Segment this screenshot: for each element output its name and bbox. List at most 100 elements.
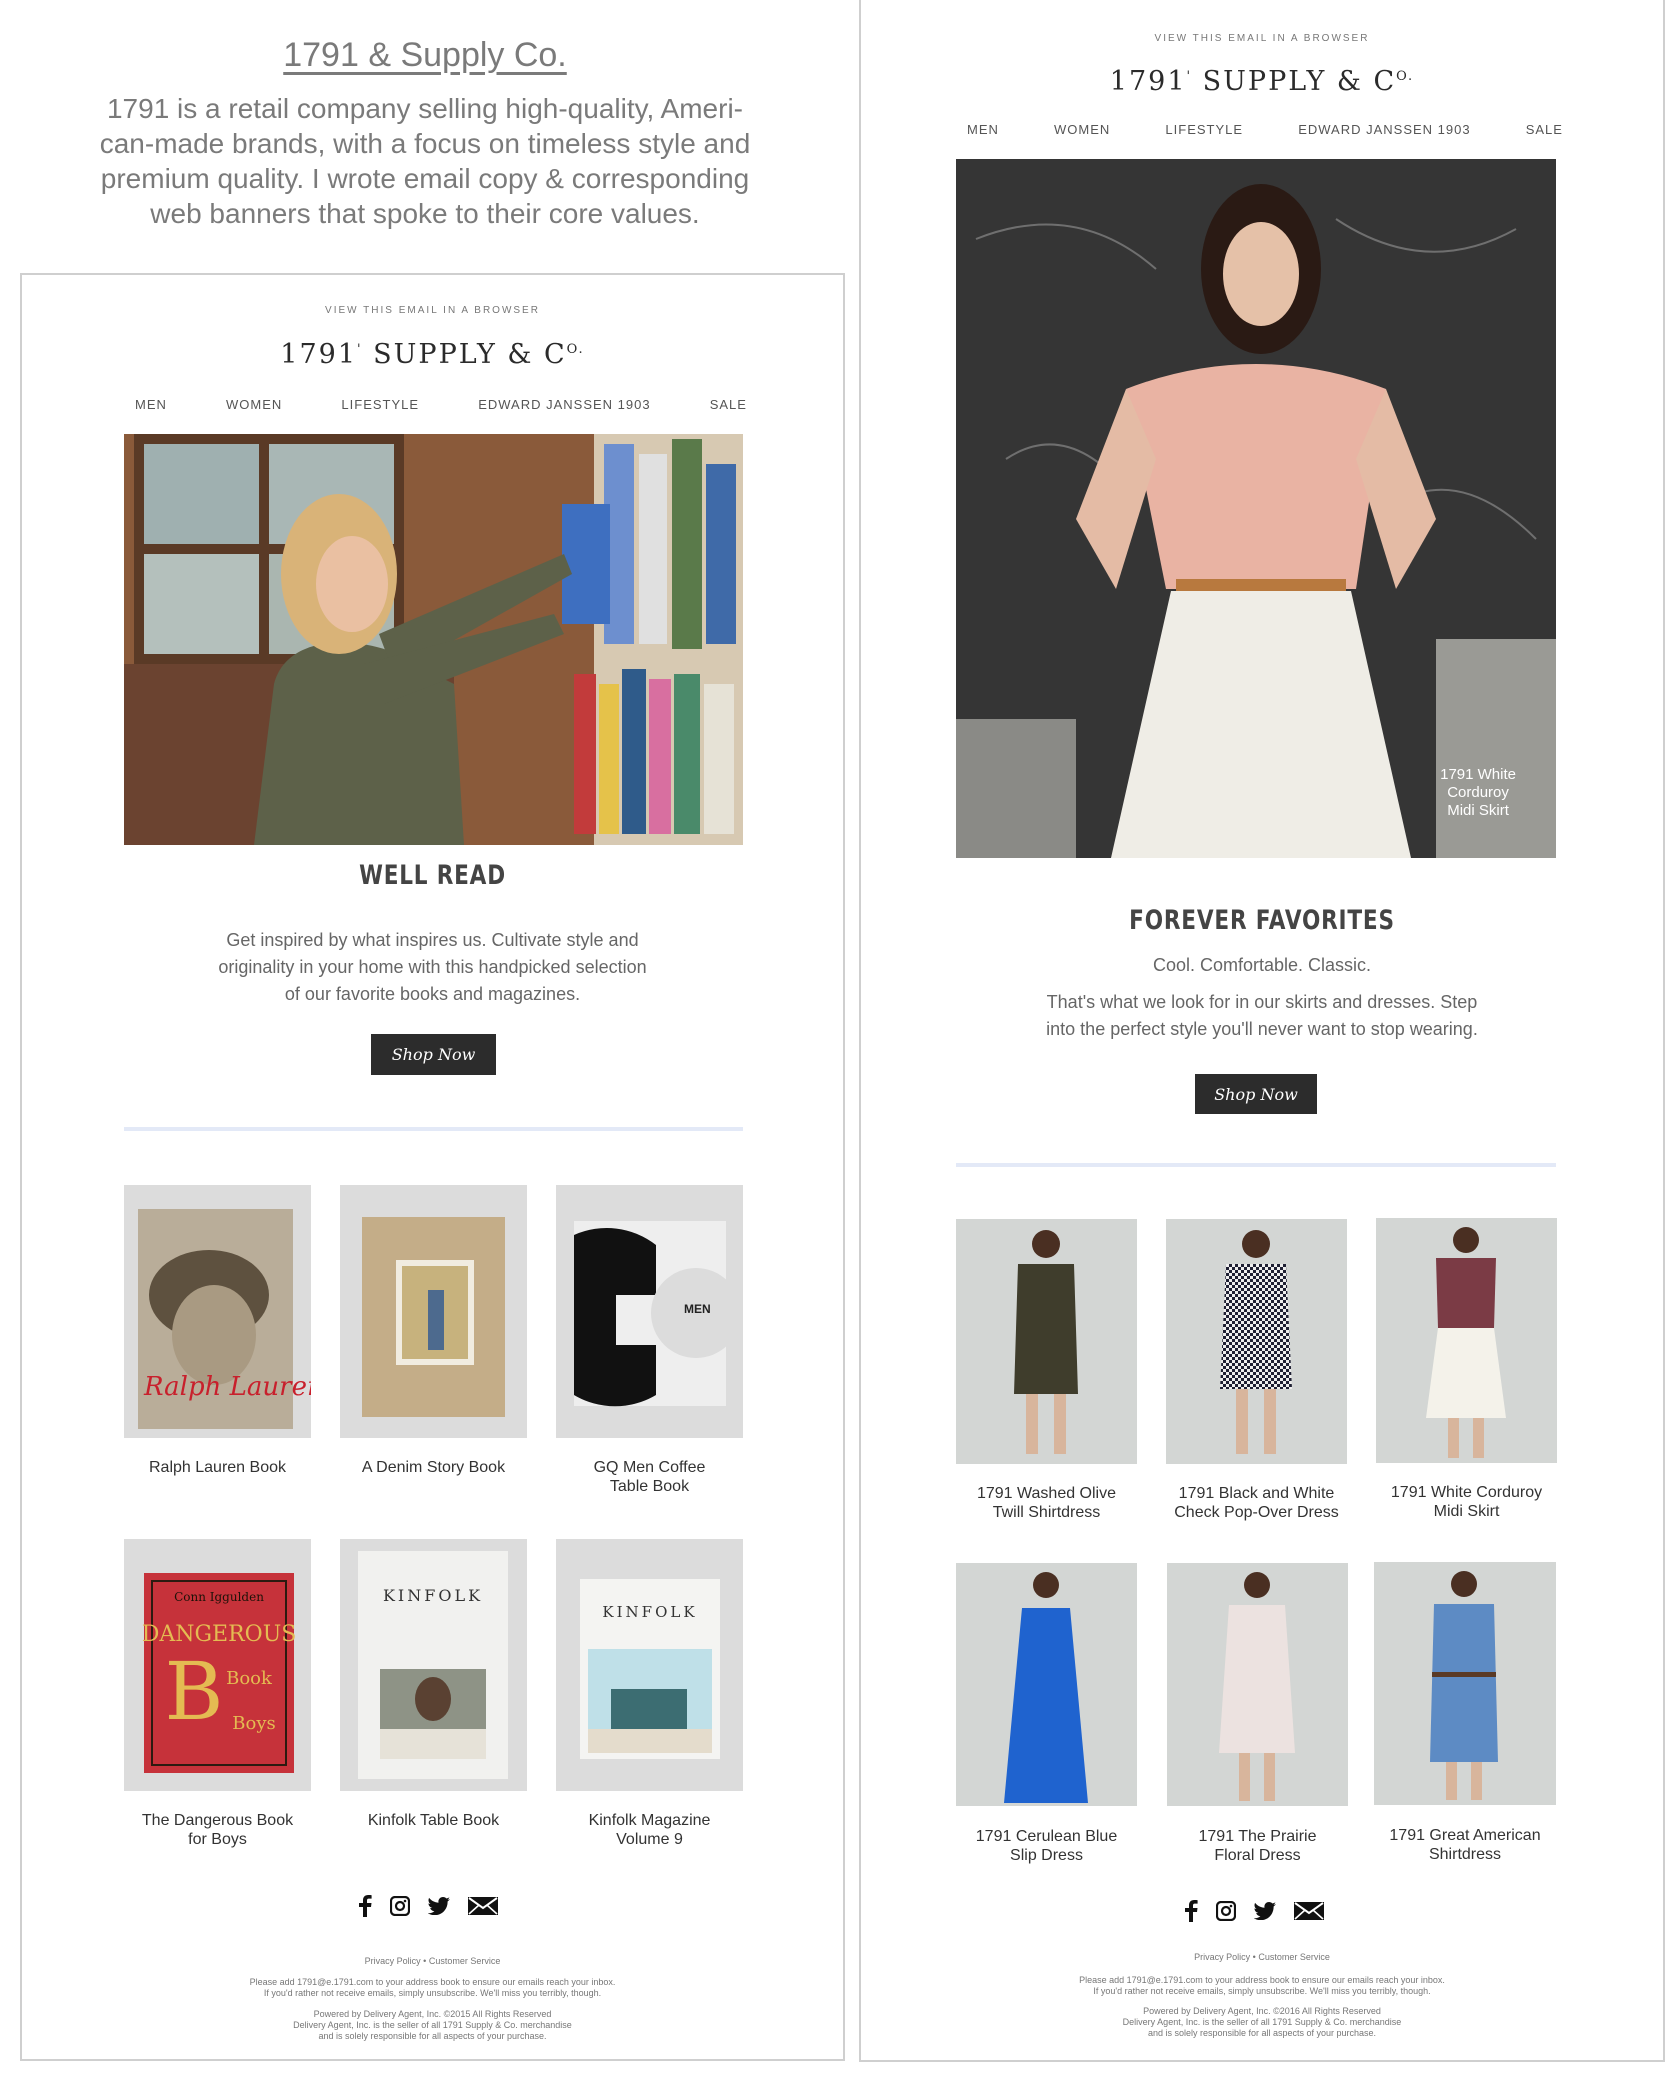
nav-edward-janssen[interactable]: EDWARD JANSSEN 1903 <box>1298 122 1470 137</box>
view-in-browser-link[interactable]: VIEW THIS EMAIL IN A BROWSER <box>861 33 1663 44</box>
product-prairie-floral-dress[interactable]: 1791 The Prairie Floral Dress <box>1167 1563 1348 1864</box>
model-white-skirt <box>1426 1227 1506 1458</box>
nav-sale[interactable]: SALE <box>1526 122 1563 137</box>
hero-illustration <box>124 434 743 845</box>
product-name-line: 1791 Washed Olive <box>976 1485 1117 1502</box>
nav-women[interactable]: WOMEN <box>226 397 282 412</box>
footer-address-note: Please add 1791@e.1791.com to your addre… <box>861 1975 1663 1997</box>
product-name: 1791 White Corduroy Midi Skirt <box>1356 1483 1577 1521</box>
product-image: KINFOLK <box>340 1539 527 1791</box>
brand-logo[interactable]: 1791' SUPPLY & CO. <box>861 66 1663 97</box>
product-name-line: Slip Dress <box>1010 1847 1083 1864</box>
svg-text:Book: Book <box>226 1668 273 1689</box>
product-name: 1791 Black and White Check Pop-Over Dres… <box>1146 1484 1367 1522</box>
product-name: Kinfolk Table Book <box>320 1811 547 1830</box>
brand-logo[interactable]: 1791' SUPPLY & CO. <box>22 339 843 370</box>
product-name-line: The Dangerous Book <box>141 1812 294 1829</box>
social-icons <box>358 1895 498 1917</box>
shop-now-button[interactable]: Shop Now <box>1195 1074 1317 1114</box>
section-divider <box>956 1163 1556 1167</box>
svg-text:DANGEROUS: DANGEROUS <box>142 1622 297 1647</box>
model-check-dress <box>1220 1230 1292 1454</box>
product-great-american-shirtdress[interactable]: 1791 Great American Shirtdress <box>1374 1562 1556 1863</box>
book-cover-dangerous-book: Conn Iggulden DANGEROUS B Book Boys <box>142 1573 297 1773</box>
product-name-line: Table Book <box>609 1478 690 1495</box>
nav-men[interactable]: MEN <box>967 122 999 137</box>
product-name-line: 1791 White Corduroy <box>1390 1484 1543 1501</box>
model-olive-dress <box>1014 1230 1078 1454</box>
nav-sale[interactable]: SALE <box>710 397 747 412</box>
footer-line: If you'd rather not receive emails, simp… <box>1093 1986 1431 1996</box>
social-icons <box>1184 1900 1324 1922</box>
product-ralph-lauren-book[interactable]: Ralph Lauren Ralph Lauren Book <box>124 1185 311 1476</box>
model-floral-dress <box>1219 1572 1295 1801</box>
facebook-icon[interactable] <box>1184 1900 1198 1922</box>
product-name-line: 1791 Cerulean Blue <box>975 1828 1118 1845</box>
twitter-icon[interactable] <box>1254 1902 1276 1920</box>
product-gq-men-book[interactable]: MEN GQ Men Coffee Table Book <box>556 1185 743 1495</box>
nav-lifestyle[interactable]: LIFESTYLE <box>1165 122 1243 137</box>
product-kinfolk-magazine[interactable]: KINFOLK Kinfolk Magazine Volume 9 <box>556 1539 743 1848</box>
product-name-line: 1791 Great American <box>1389 1827 1541 1844</box>
model-blue-slip-dress <box>1004 1572 1088 1803</box>
intro-line: premium quality. I wrote email copy & co… <box>100 163 750 194</box>
svg-text:KINFOLK: KINFOLK <box>383 1586 483 1605</box>
hero-image-woman-bookshelf[interactable] <box>124 434 743 845</box>
facebook-icon[interactable] <box>358 1895 372 1917</box>
product-cerulean-blue-slip-dress[interactable]: 1791 Cerulean Blue Slip Dress <box>956 1563 1137 1864</box>
footer-address-note: Please add 1791@e.1791.com to your addre… <box>22 1977 843 1999</box>
view-in-browser-link[interactable]: VIEW THIS EMAIL IN A BROWSER <box>22 305 843 316</box>
section-body: Get inspired by what inspires us. Cultiv… <box>22 927 843 1008</box>
product-image: KINFOLK <box>556 1539 743 1791</box>
nav-edward-janssen[interactable]: EDWARD JANSSEN 1903 <box>478 397 650 412</box>
product-dangerous-book-for-boys[interactable]: Conn Iggulden DANGEROUS B Book Boys The … <box>124 1539 311 1848</box>
top-nav: MEN WOMEN LIFESTYLE EDWARD JANSSEN 1903 … <box>135 397 747 412</box>
footer-line: Delivery Agent, Inc. is the seller of al… <box>293 2020 572 2030</box>
product-image <box>1166 1219 1347 1464</box>
svg-text:KINFOLK: KINFOLK <box>602 1603 697 1621</box>
hero-image-woman-white-skirt[interactable]: 1791 White Corduroy Midi Skirt <box>956 159 1556 858</box>
product-name-line: Ralph Lauren Book <box>149 1459 286 1476</box>
product-white-corduroy-midi-skirt[interactable]: 1791 White Corduroy Midi Skirt <box>1376 1218 1557 1520</box>
product-name-line: A Denim Story Book <box>361 1459 506 1476</box>
product-denim-story-book[interactable]: A Denim Story Book <box>340 1185 527 1476</box>
product-name: The Dangerous Book for Boys <box>104 1811 331 1849</box>
instagram-icon[interactable] <box>390 1896 410 1916</box>
intro-title[interactable]: 1791 & Supply Co. <box>40 36 810 75</box>
product-image <box>1167 1563 1348 1806</box>
footer-links[interactable]: Privacy Policy • Customer Service <box>861 1952 1663 1962</box>
product-name-line: Check Pop-Over Dress <box>1174 1504 1339 1521</box>
nav-women[interactable]: WOMEN <box>1054 122 1110 137</box>
model-denim-shirtdress <box>1430 1571 1498 1800</box>
nav-lifestyle[interactable]: LIFESTYLE <box>341 397 419 412</box>
product-name: A Denim Story Book <box>320 1458 547 1477</box>
product-kinfolk-table-book[interactable]: KINFOLK Kinfolk Table Book <box>340 1539 527 1829</box>
footer-legal-note: Powered by Delivery Agent, Inc. ©2015 Al… <box>22 2009 843 2042</box>
product-name-line: Floral Dress <box>1214 1847 1301 1864</box>
product-washed-olive-shirtdress[interactable]: 1791 Washed Olive Twill Shirtdress <box>956 1219 1137 1521</box>
footer-line: Please add 1791@e.1791.com to your addre… <box>249 1977 616 1987</box>
nav-men[interactable]: MEN <box>135 397 167 412</box>
product-image <box>1374 1562 1556 1805</box>
intro-line: web banners that spoke to their core val… <box>150 198 700 229</box>
product-name-line: 1791 The Prairie <box>1198 1828 1317 1845</box>
footer-line: Powered by Delivery Agent, Inc. ©2015 Al… <box>313 2009 552 2019</box>
shop-now-button[interactable]: Shop Now <box>371 1034 496 1075</box>
email-icon[interactable] <box>1294 1902 1324 1920</box>
product-name: 1791 Cerulean Blue Slip Dress <box>936 1827 1157 1865</box>
footer-links[interactable]: Privacy Policy • Customer Service <box>22 1956 843 1966</box>
body-line: of our favorite books and magazines. <box>284 984 581 1004</box>
twitter-icon[interactable] <box>428 1897 450 1915</box>
product-name: 1791 Great American Shirtdress <box>1354 1826 1576 1864</box>
product-image: MEN <box>556 1185 743 1438</box>
body-line: into the perfect style you'll never want… <box>1046 1019 1478 1039</box>
product-name-line: GQ Men Coffee <box>593 1459 706 1476</box>
product-black-white-check-dress[interactable]: 1791 Black and White Check Pop-Over Dres… <box>1166 1219 1347 1521</box>
footer-line: If you'd rather not receive emails, simp… <box>263 1988 602 1998</box>
email-icon[interactable] <box>468 1897 498 1915</box>
footer-legal-note: Powered by Delivery Agent, Inc. ©2016 Al… <box>861 2006 1663 2039</box>
footer-line: Delivery Agent, Inc. is the seller of al… <box>1122 2017 1402 2027</box>
product-image <box>1376 1218 1557 1463</box>
svg-text:Boys: Boys <box>232 1713 275 1734</box>
instagram-icon[interactable] <box>1216 1901 1236 1921</box>
